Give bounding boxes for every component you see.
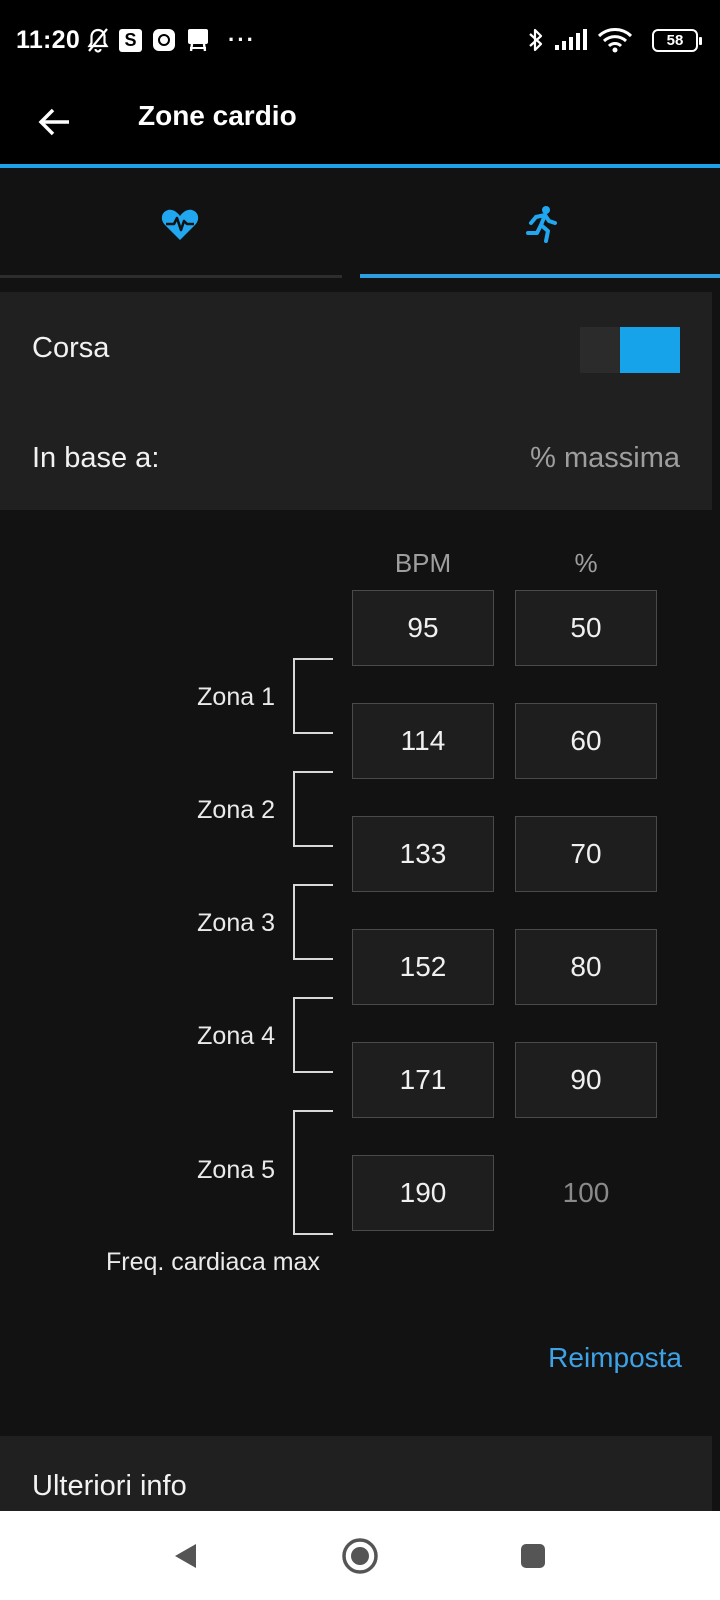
max-heart-rate-label: Freq. cardiaca max bbox=[106, 1248, 320, 1276]
nav-back-button[interactable] bbox=[160, 1531, 210, 1581]
s-badge: S bbox=[119, 28, 142, 52]
back-triangle-icon bbox=[175, 1544, 196, 1568]
screen: 11:20 S ··· 58 Zone cardio Corsa In base… bbox=[0, 0, 720, 1600]
tab-heart-rate[interactable] bbox=[0, 172, 360, 278]
based-on-label: In base a: bbox=[32, 442, 160, 474]
nav-home-button[interactable] bbox=[335, 1531, 385, 1581]
zone-1-bracket bbox=[293, 658, 333, 734]
tab-bar bbox=[0, 172, 720, 278]
more-notifications-icon: ··· bbox=[228, 27, 256, 52]
s-app-icon: S bbox=[119, 27, 142, 53]
battery-level: 58 bbox=[666, 32, 684, 49]
zone-5-bracket bbox=[293, 1110, 333, 1235]
tab-heart-divider bbox=[0, 275, 342, 278]
bpm-field-5[interactable]: 171 bbox=[352, 1042, 494, 1118]
battery-icon: 58 bbox=[652, 29, 702, 52]
recents-square-icon bbox=[521, 1544, 545, 1568]
percent-field-2[interactable]: 60 bbox=[515, 703, 657, 779]
status-bar: 11:20 S ··· 58 bbox=[0, 0, 720, 82]
zone-3-label: Zona 3 bbox=[197, 909, 275, 937]
app-icon bbox=[152, 27, 176, 53]
zone-1-label: Zona 1 bbox=[197, 683, 275, 711]
percent-field-1[interactable]: 50 bbox=[515, 590, 657, 666]
reset-button[interactable]: Reimposta bbox=[548, 1342, 682, 1374]
percent-field-3[interactable]: 70 bbox=[515, 816, 657, 892]
zone-5-label: Zona 5 bbox=[197, 1156, 275, 1184]
tab-running[interactable] bbox=[360, 172, 720, 278]
status-time: 11:20 bbox=[16, 26, 81, 54]
corsa-toggle[interactable] bbox=[580, 327, 680, 373]
zone-4-label: Zona 4 bbox=[197, 1022, 275, 1050]
percent-header: % bbox=[574, 548, 598, 578]
bpm-field-3[interactable]: 133 bbox=[352, 816, 494, 892]
settings-card: Corsa In base a: % massima bbox=[0, 292, 712, 510]
home-circle-icon bbox=[342, 1538, 378, 1574]
bpm-field-1[interactable]: 95 bbox=[352, 590, 494, 666]
system-nav-bar bbox=[0, 1511, 720, 1600]
more-info-label: Ulteriori info bbox=[32, 1470, 187, 1502]
app-bar: Zone cardio bbox=[0, 82, 720, 168]
based-on-value[interactable]: % massima bbox=[530, 442, 680, 475]
bluetooth-icon bbox=[527, 27, 545, 53]
wifi-icon bbox=[597, 27, 633, 53]
bpm-header: BPM bbox=[394, 548, 452, 578]
page-title: Zone cardio bbox=[138, 100, 297, 131]
back-button[interactable] bbox=[30, 98, 78, 146]
sim-icon bbox=[186, 27, 210, 53]
zone-3-bracket bbox=[293, 884, 333, 960]
bpm-field-4[interactable]: 152 bbox=[352, 929, 494, 1005]
percent-field-4[interactable]: 80 bbox=[515, 929, 657, 1005]
bpm-field-2[interactable]: 114 bbox=[352, 703, 494, 779]
nav-recents-button[interactable] bbox=[508, 1531, 558, 1581]
tab-running-indicator bbox=[360, 274, 720, 278]
running-icon bbox=[526, 206, 557, 243]
zone-2-bracket bbox=[293, 771, 333, 847]
arrow-left-icon bbox=[38, 108, 69, 136]
signal-icon bbox=[553, 27, 589, 53]
percent-field-5[interactable]: 90 bbox=[515, 1042, 657, 1118]
zone-2-label: Zona 2 bbox=[197, 796, 275, 824]
heart-rate-icon bbox=[161, 209, 199, 240]
corsa-label: Corsa bbox=[32, 332, 110, 364]
bell-off-icon bbox=[86, 27, 110, 53]
zone-4-bracket bbox=[293, 997, 333, 1073]
bpm-field-max[interactable]: 190 bbox=[352, 1155, 494, 1231]
percent-max-value: 100 bbox=[562, 1177, 610, 1208]
toggle-knob bbox=[620, 327, 680, 373]
